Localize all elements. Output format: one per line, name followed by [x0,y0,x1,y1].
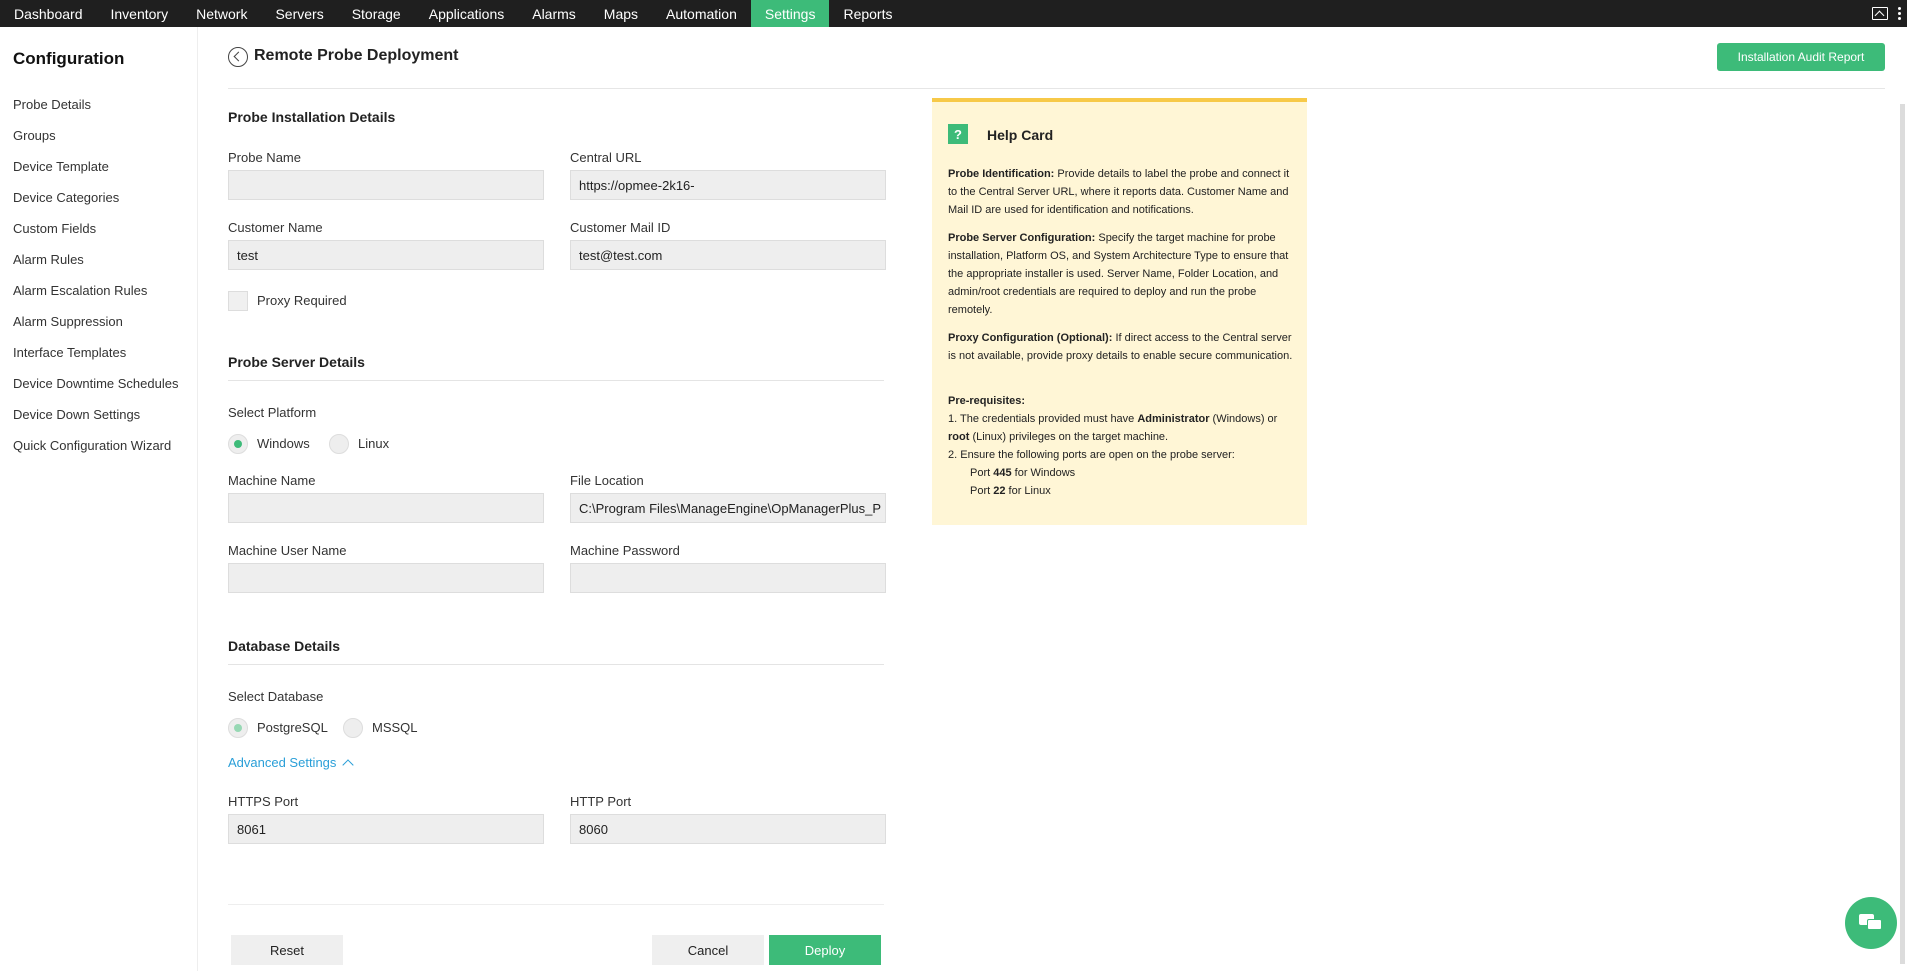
tab-automation[interactable]: Automation [652,0,751,27]
sidebar-item-device-template[interactable]: Device Template [13,159,109,174]
chat-bubble-icon [1859,914,1883,932]
advanced-settings-toggle[interactable]: Advanced Settings [228,755,355,771]
database-mssql-radio[interactable] [343,718,363,738]
help-probe-server-configuration: Probe Server Configuration: Specify the … [948,232,1289,316]
platform-windows-label: Windows [257,436,310,451]
kebab-menu-icon[interactable] [1898,7,1901,20]
footer-divider [228,904,884,905]
sidebar-item-device-categories[interactable]: Device Categories [13,190,119,205]
page-scrollbar[interactable] [1900,104,1905,964]
chevron-up-icon [342,759,355,771]
sidebar-item-device-down-settings[interactable]: Device Down Settings [13,407,140,422]
help-prerequisites: Pre-requisites: 1. The credentials provi… [948,395,1278,497]
tab-inventory[interactable]: Inventory [97,0,183,27]
help-probe-identification: Probe Identification: Provide details to… [948,168,1290,216]
top-nav-actions [1872,0,1907,27]
sidebar-title: Configuration [13,49,125,68]
database-divider [228,664,884,665]
database-section-title: Database Details [228,638,341,654]
file-location-label: File Location [570,473,644,488]
machine-user-name-input[interactable] [228,563,544,593]
sidebar-item-probe-details[interactable]: Probe Details [13,97,91,112]
file-location-input[interactable]: C:\Program Files\ManageEngine\OpManagerP… [570,493,886,523]
sidebar-item-custom-fields[interactable]: Custom Fields [13,221,96,236]
database-postgresql-label: PostgreSQL [257,720,328,735]
tab-servers[interactable]: Servers [261,0,337,27]
database-mssql-label: MSSQL [372,720,418,735]
tab-storage[interactable]: Storage [338,0,415,27]
machine-name-label: Machine Name [228,473,316,488]
main-content: Remote Probe Deployment Installation Aud… [198,27,1907,971]
tab-settings[interactable]: Settings [750,0,830,27]
probe-name-label: Probe Name [228,150,301,165]
tab-maps[interactable]: Maps [590,0,652,27]
sidebar-item-interface-templates[interactable]: Interface Templates [13,345,126,360]
sidebar-item-alarm-suppression[interactable]: Alarm Suppression [13,314,123,329]
probe-installation-section-title: Probe Installation Details [228,109,396,125]
select-database-label: Select Database [228,689,324,704]
machine-password-label: Machine Password [570,543,680,558]
tab-reports[interactable]: Reports [829,0,906,27]
central-url-label: Central URL [570,150,642,165]
help-proxy-configuration: Proxy Configuration (Optional): If direc… [948,332,1293,362]
customer-mail-label: Customer Mail ID [570,220,671,235]
cancel-button[interactable]: Cancel [652,935,764,965]
platform-windows-radio[interactable] [228,434,248,454]
machine-password-input[interactable] [570,563,886,593]
http-port-input[interactable]: 8060 [570,814,886,844]
central-url-input[interactable]: https://opmee-2k16- [570,170,886,200]
help-card-title: Help Card [987,127,1054,143]
sidebar: Configuration Probe Details Groups Devic… [0,27,198,971]
probe-name-input[interactable] [228,170,544,200]
http-port-label: HTTP Port [570,794,632,809]
machine-user-name-label: Machine User Name [228,543,347,558]
chat-button[interactable] [1845,897,1897,949]
sidebar-item-quick-configuration-wizard[interactable]: Quick Configuration Wizard [13,438,171,453]
help-question-icon: ? [948,124,968,144]
platform-linux-label: Linux [358,436,390,451]
reset-button[interactable]: Reset [231,935,343,965]
probe-server-divider [228,380,884,381]
database-postgresql-radio[interactable] [228,718,248,738]
tab-applications[interactable]: Applications [415,0,519,27]
tab-alarms[interactable]: Alarms [518,0,590,27]
sidebar-item-device-downtime-schedules[interactable]: Device Downtime Schedules [13,376,178,391]
top-nav: Dashboard Inventory Network Servers Stor… [0,0,1907,27]
probe-server-section-title: Probe Server Details [228,354,365,370]
customer-name-input[interactable]: test [228,240,544,270]
sidebar-item-alarm-escalation-rules[interactable]: Alarm Escalation Rules [13,283,147,298]
deploy-button[interactable]: Deploy [769,935,881,965]
help-card: ? Help Card Probe Identification: Provid… [932,98,1307,525]
back-icon[interactable] [228,47,248,67]
machine-name-input[interactable] [228,493,544,523]
https-port-input[interactable]: 8061 [228,814,544,844]
page-title: Remote Probe Deployment [254,47,459,64]
screen-icon[interactable] [1872,7,1888,20]
sidebar-item-alarm-rules[interactable]: Alarm Rules [13,252,84,267]
header-divider [228,88,1885,89]
advanced-settings-label: Advanced Settings [228,755,337,770]
tab-dashboard[interactable]: Dashboard [0,0,97,27]
select-platform-label: Select Platform [228,405,317,420]
tab-network[interactable]: Network [182,0,261,27]
proxy-required-label: Proxy Required [257,293,347,308]
proxy-required-checkbox[interactable] [228,291,248,311]
customer-name-label: Customer Name [228,220,323,235]
https-port-label: HTTPS Port [228,794,299,809]
sidebar-item-groups[interactable]: Groups [13,128,56,143]
platform-linux-radio[interactable] [329,434,349,454]
customer-mail-input[interactable]: test@test.com [570,240,886,270]
installation-audit-report-button[interactable]: Installation Audit Report [1717,43,1885,71]
